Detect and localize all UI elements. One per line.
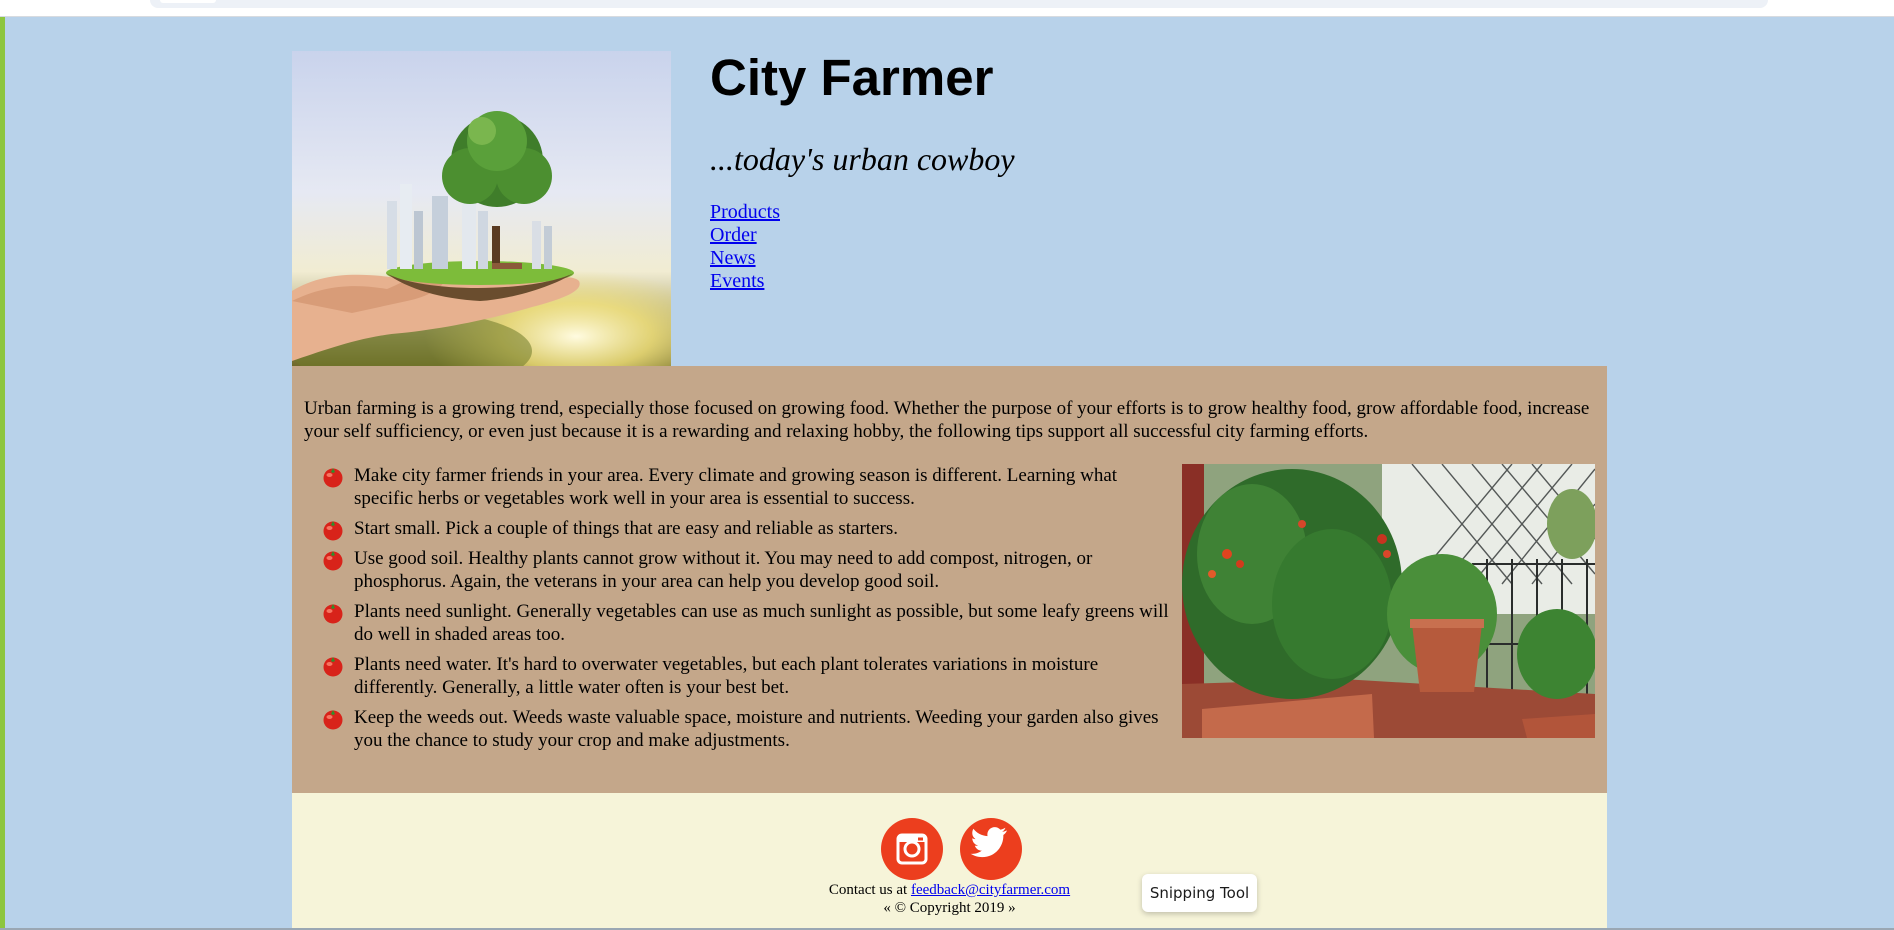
browser-top-strip <box>0 0 1894 17</box>
twitter-link[interactable] <box>960 818 1022 880</box>
browser-address-button[interactable] <box>160 0 216 3</box>
tomato-bullet-icon <box>323 468 343 488</box>
snipping-tool-taskbar-tooltip[interactable]: Snipping Tool <box>1142 874 1257 912</box>
tip-item: Plants need water. It's hard to overwate… <box>320 653 1180 699</box>
tip-text: Start small. Pick a couple of things tha… <box>354 518 898 539</box>
main-content: Urban farming is a growing trend, especi… <box>292 366 1607 793</box>
site-tagline: ...today's urban cowboy <box>710 141 1015 177</box>
site-footer: Contact us at feedback@cityfarmer.com « … <box>292 793 1607 930</box>
intro-paragraph: Urban farming is a growing trend, especi… <box>304 398 1590 442</box>
tip-item: Plants need sunlight. Generally vegetabl… <box>320 600 1180 646</box>
main-navigation: Products Order News Events <box>710 201 780 293</box>
nav-link-events[interactable]: Events <box>710 270 780 293</box>
balcony-tomato-plants-photo <box>1182 464 1595 738</box>
nav-link-products[interactable]: Products <box>710 201 780 224</box>
browser-address-bar[interactable] <box>150 0 1768 8</box>
contact-prefix: Contact us at <box>828 882 908 898</box>
instagram-icon <box>896 833 928 865</box>
tomato-bullet-icon <box>323 710 343 730</box>
tomato-bullet-icon <box>323 657 343 677</box>
tip-text: Make city farmer friends in your area. E… <box>354 465 1118 509</box>
nav-link-order[interactable]: Order <box>710 224 780 247</box>
instagram-link[interactable] <box>881 818 943 880</box>
tip-text: Plants need water. It's hard to overwate… <box>354 654 1099 698</box>
window-left-accent <box>0 0 5 930</box>
tip-text: Use good soil. Healthy plants cannot gro… <box>354 548 1093 592</box>
copyright-notice: « © Copyright 2019 » <box>883 900 1016 916</box>
tomato-bullet-icon <box>323 604 343 624</box>
contact-line: Contact us at feedback@cityfarmer.com <box>292 882 1607 899</box>
tomato-bullet-icon <box>323 521 343 541</box>
tomato-bullet-icon <box>323 551 343 571</box>
tip-item: Use good soil. Healthy plants cannot gro… <box>320 547 1180 593</box>
feedback-email-link[interactable]: feedback@cityfarmer.com <box>911 882 1070 898</box>
header-image-hand-holding-city <box>292 51 671 366</box>
twitter-icon <box>970 827 1008 858</box>
site-title: City Farmer <box>710 49 994 106</box>
tip-text: Keep the weeds out. Weeds waste valuable… <box>354 707 1159 751</box>
tip-item: Make city farmer friends in your area. E… <box>320 464 1180 510</box>
tip-item: Start small. Pick a couple of things tha… <box>320 517 1180 541</box>
nav-link-news[interactable]: News <box>710 247 780 270</box>
tips-list: Make city farmer friends in your area. E… <box>320 464 1180 759</box>
tip-text: Plants need sunlight. Generally vegetabl… <box>354 601 1169 645</box>
tip-item: Keep the weeds out. Weeds waste valuable… <box>320 706 1180 752</box>
